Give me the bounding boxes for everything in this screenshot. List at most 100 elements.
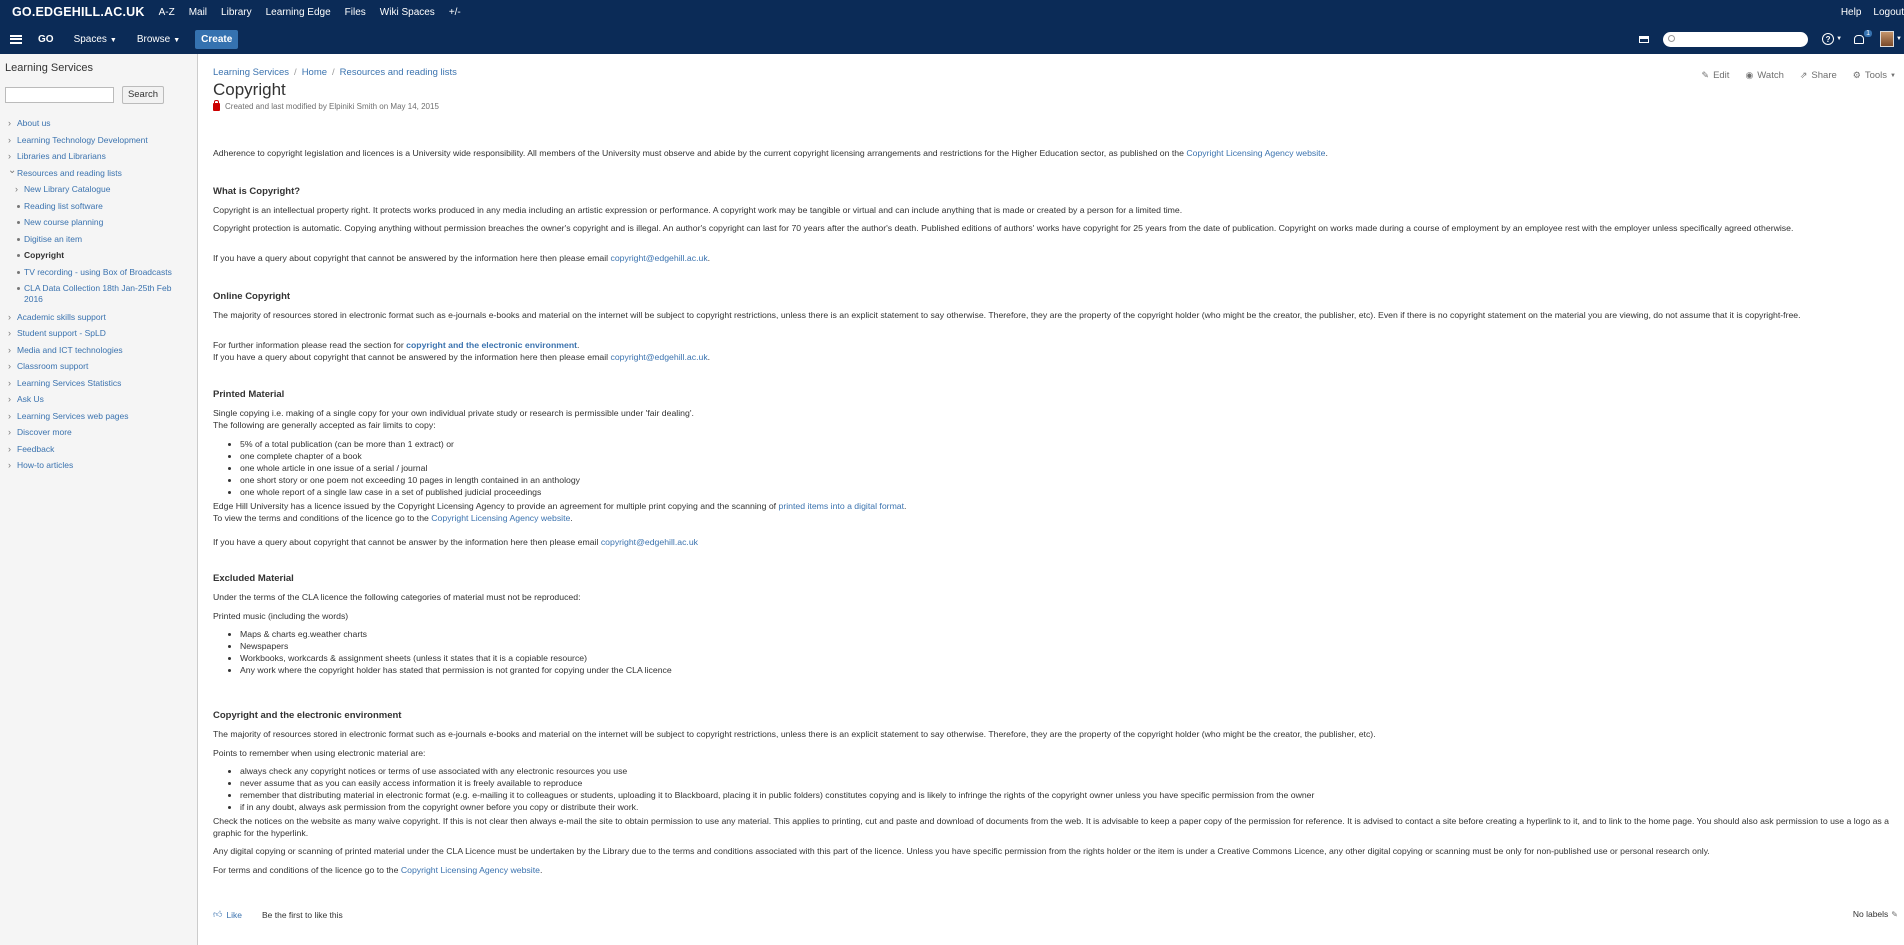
list-item: if in any doubt, always ask permission f… xyxy=(213,801,1314,813)
paragraph: Check the notices on the website as many… xyxy=(213,816,1890,838)
section-heading: Online Copyright xyxy=(213,291,291,302)
sidebar-item-label: Feedback xyxy=(17,443,55,454)
share-button[interactable]: ⇗ Share xyxy=(1800,70,1837,81)
breadcrumb: Learning Services / Home / Resources and rea… xyxy=(213,67,457,78)
sidebar-item-label: Learning Technology Development xyxy=(17,134,148,145)
notifications-icon[interactable]: 1 xyxy=(1854,30,1873,45)
sidebar-item-label: New Library Catalogue xyxy=(24,184,111,194)
chevron-down-icon: ▼ xyxy=(1890,72,1896,79)
space-sidebar: Learning Services Search › About us › Learn… xyxy=(0,54,198,945)
chevron-right-icon[interactable]: › xyxy=(8,411,11,421)
chevron-down-icon: ▼ xyxy=(1896,36,1902,42)
list-item: Newspapers xyxy=(213,640,672,652)
chevron-right-icon[interactable]: › xyxy=(8,345,11,355)
top-link-toggle[interactable]: +/- xyxy=(449,7,461,18)
chevron-right-icon[interactable]: › xyxy=(8,427,11,437)
create-button[interactable]: Create xyxy=(195,29,239,49)
spaces-menu[interactable]: Spaces ▼ xyxy=(74,34,117,45)
spaces-label: Spaces xyxy=(73,33,107,45)
help-icon[interactable]: ? xyxy=(1822,33,1835,45)
go-logo-link[interactable]: GO xyxy=(38,34,54,45)
breadcrumb-item[interactable]: Resources and reading lists xyxy=(340,67,457,78)
sidebar-item-label: Ask Us xyxy=(17,394,44,404)
list-item: one short story or one poem not exceedin… xyxy=(213,474,580,486)
pencil-icon[interactable]: ✎ xyxy=(1891,910,1898,919)
no-labels-text: No labels xyxy=(1852,909,1889,919)
list-item: never assume that as you can easily acce… xyxy=(213,777,1314,789)
sidebar-search-input[interactable] xyxy=(5,87,114,103)
chevron-right-icon[interactable]: › xyxy=(8,135,11,145)
breadcrumb-item[interactable]: Learning Services xyxy=(213,67,289,78)
sidebar-item-label: CLA Data Collection 18th Jan-25th Feb 20… xyxy=(24,283,172,304)
thumbs-up-icon[interactable]: 👍︎ xyxy=(213,909,222,920)
watch-label: Watch xyxy=(1757,70,1784,81)
eye-icon: ◉ xyxy=(1745,70,1754,80)
watch-button[interactable]: ◉ Watch xyxy=(1745,70,1783,81)
paragraph: Single copying i.e. making of a single c… xyxy=(213,408,694,430)
help-link[interactable]: Help xyxy=(1841,7,1862,18)
top-link-library[interactable]: Library xyxy=(221,7,252,18)
section-heading: Excluded Material xyxy=(213,573,294,584)
sidebar-item-label: Learning Services Statistics xyxy=(17,377,122,388)
list-item: remember that distributing material in e… xyxy=(213,789,1314,801)
section-heading: Copyright and the electronic environment xyxy=(213,710,402,721)
chevron-right-icon[interactable]: › xyxy=(8,361,11,371)
cla-website-link[interactable]: Copyright Licensing Agency website xyxy=(401,865,540,875)
chevron-right-icon[interactable]: › xyxy=(8,378,11,388)
section-heading: Printed Material xyxy=(213,389,285,400)
email-link[interactable]: copyright@edgehill.ac.uk xyxy=(610,253,707,263)
header-right: ? ▼ 1 ▼ xyxy=(1639,24,1904,54)
bullet-icon xyxy=(17,204,20,208)
chevron-right-icon[interactable]: › xyxy=(8,312,11,322)
sidebar-search-button[interactable]: Search xyxy=(122,86,164,104)
chevron-right-icon[interactable]: › xyxy=(8,118,11,128)
list-item: 5% of a total publication (can be more t… xyxy=(213,438,580,450)
sidebar-item-label: Libraries and Librarians xyxy=(17,151,106,161)
chevron-right-icon[interactable]: › xyxy=(8,460,11,470)
chevron-down-icon: ▼ xyxy=(1836,36,1843,42)
digital-format-link[interactable]: printed items into a digital format xyxy=(779,501,905,511)
like-button[interactable]: Like xyxy=(226,910,242,920)
page-actions: ✎ Edit ◉ Watch ⇗ Share ⚙ Tools ▼ xyxy=(1686,70,1900,81)
email-link[interactable]: copyright@edgehill.ac.uk xyxy=(601,537,698,547)
top-right-links: Help Logout xyxy=(1841,0,1904,24)
top-link-learning-edge[interactable]: Learning Edge xyxy=(266,7,331,18)
quick-search-input[interactable] xyxy=(1663,31,1809,47)
byline-text: Created and last modified by Elpiniki Sm… xyxy=(225,102,439,111)
cla-website-link[interactable]: Copyright Licensing Agency website xyxy=(431,513,570,523)
top-link-az[interactable]: A-Z xyxy=(159,7,175,18)
space-title[interactable]: Learning Services xyxy=(5,62,93,74)
bullet-icon xyxy=(17,254,20,257)
lock-icon[interactable] xyxy=(213,99,220,111)
chevron-right-icon[interactable]: › xyxy=(8,444,11,454)
list-item: one complete chapter of a book xyxy=(213,450,580,462)
menu-icon[interactable] xyxy=(10,34,22,44)
chevron-right-icon[interactable]: › xyxy=(8,151,11,161)
chevron-right-icon[interactable]: › xyxy=(15,184,18,194)
list-item: one whole report of a single law case in… xyxy=(213,486,580,498)
chevron-down-icon[interactable]: ⌄ xyxy=(8,165,16,176)
electronic-environment-link[interactable]: copyright and the electronic environment xyxy=(406,340,577,350)
top-link-mail[interactable]: Mail xyxy=(189,7,207,18)
sidebar-item-label: About us xyxy=(17,118,51,128)
top-links: A-Z Mail Library Learning Edge Files Wik… xyxy=(159,7,475,18)
browse-menu[interactable]: Browse ▼ xyxy=(137,34,180,45)
brand-link[interactable]: GO.EDGEHILL.AC.UK xyxy=(12,5,145,19)
bullet-icon xyxy=(17,221,20,224)
sidebar-item-label: Student support - SpLD xyxy=(17,328,106,338)
logout-link[interactable]: Logout xyxy=(1873,7,1904,18)
email-link[interactable]: copyright@edgehill.ac.uk xyxy=(610,352,707,362)
top-link-wiki-spaces[interactable]: Wiki Spaces xyxy=(380,7,435,18)
paragraph: The majority of resources stored in elec… xyxy=(213,310,1801,320)
chevron-right-icon[interactable]: › xyxy=(8,328,11,338)
notification-count-badge: 1 xyxy=(1864,30,1873,37)
cla-website-link[interactable]: Copyright Licensing Agency website xyxy=(1186,148,1325,158)
edit-button[interactable]: ✎ Edit xyxy=(1702,70,1730,81)
top-link-files[interactable]: Files xyxy=(345,7,366,18)
chevron-right-icon[interactable]: › xyxy=(8,394,11,404)
avatar[interactable] xyxy=(1880,31,1895,47)
sidebar-toggle-icon[interactable] xyxy=(1639,35,1650,43)
tools-menu[interactable]: ⚙ Tools ▼ xyxy=(1853,70,1900,81)
breadcrumb-item[interactable]: Home xyxy=(302,67,327,78)
paragraph: If you have a query about copyright that… xyxy=(213,253,711,263)
